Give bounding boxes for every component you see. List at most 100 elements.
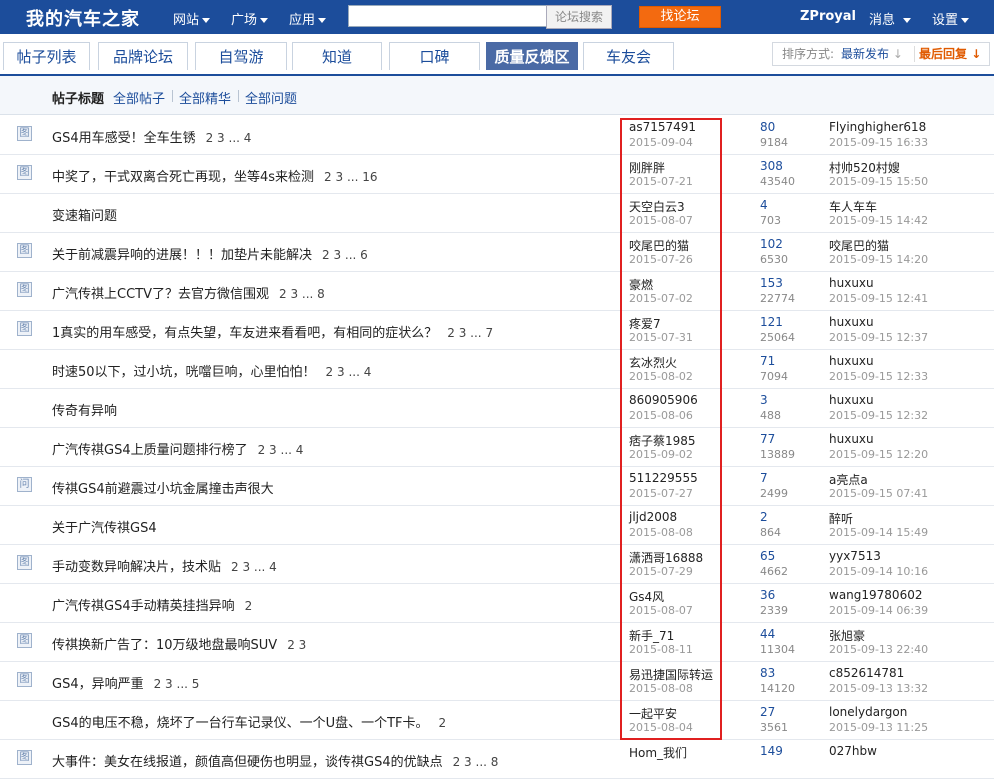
post-title-link[interactable]: GS4的电压不稳，烧坏了一台行车记录仪、一个U盘、一个TF卡。 2: [52, 712, 446, 731]
post-author[interactable]: 潇洒哥16888: [629, 549, 703, 566]
page-links[interactable]: 2 3 ... 8: [453, 755, 499, 769]
post-title-link[interactable]: 传祺换新广告了：10万级地盘最响SUV 2 3: [52, 634, 306, 653]
post-author[interactable]: 天空白云3: [629, 198, 685, 215]
post-author[interactable]: as7157491: [629, 120, 696, 134]
post-title-link[interactable]: 手动变数异响解决片，技术贴 2 3 ... 4: [52, 556, 277, 575]
post-title-link[interactable]: 变速箱问题: [52, 205, 117, 224]
search-input[interactable]: [348, 5, 550, 27]
page-links[interactable]: 2 3 ... 4: [231, 560, 277, 574]
post-author[interactable]: 新手_71: [629, 627, 674, 644]
last-reply-user[interactable]: 醉听: [829, 510, 853, 527]
post-author[interactable]: 疼爱7: [629, 315, 661, 332]
filter-all-featured[interactable]: 全部精华: [179, 88, 231, 107]
reply-count: 80: [760, 120, 776, 134]
site-logo[interactable]: 我的汽车之家: [26, 5, 140, 31]
page-links[interactable]: 2 3 ... 8: [279, 287, 325, 301]
post-date: 2015-07-26: [629, 253, 693, 266]
post-title-link[interactable]: 传奇有异响: [52, 400, 117, 419]
sort-latest-post[interactable]: 最新发布 ↓: [841, 43, 903, 65]
post-title-link[interactable]: GS4，异响严重 2 3 ... 5: [52, 673, 199, 692]
table-row: 图 手动变数异响解决片，技术贴 2 3 ... 4 潇洒哥16888 2015-07-2…: [0, 544, 994, 584]
post-author[interactable]: Gs4风: [629, 588, 664, 605]
tab-self-drive[interactable]: 自驾游: [195, 42, 287, 70]
last-reply-user[interactable]: huxuxu: [829, 354, 874, 368]
table-row: 传奇有异响 860905906 2015-08-06 3 488 huxuxu 2015-0…: [0, 388, 994, 428]
view-count: 25064: [760, 331, 795, 344]
page-links[interactable]: 2 3 ... 4: [258, 443, 304, 457]
tab-knowledge[interactable]: 知道: [292, 42, 382, 70]
tab-car-club[interactable]: 车友会: [583, 42, 674, 70]
nav-square[interactable]: 广场: [231, 9, 269, 28]
username-link[interactable]: ZProyal: [800, 9, 856, 24]
tab-reviews[interactable]: 口碑: [389, 42, 480, 70]
post-title-link[interactable]: 广汽传祺GS4手动精英挂挡异响 2: [52, 595, 252, 614]
last-reply-time: 2015-09-15 12:32: [829, 409, 929, 422]
tab-quality-feedback[interactable]: 质量反馈区: [486, 42, 578, 70]
top-nav-bar: 我的汽车之家 网站 广场 应用 论坛搜索 找论坛 ZProyal 消息 设置: [0, 0, 994, 34]
last-reply-user[interactable]: huxuxu: [829, 276, 874, 290]
last-reply-user[interactable]: Flyinghigher618: [829, 120, 926, 134]
post-author[interactable]: 豪燃: [629, 276, 653, 293]
last-reply-user[interactable]: 村帅520村嫂: [829, 159, 900, 176]
post-title-link[interactable]: 时速50以下，过小坑，咣噹巨响，心里怕怕！ 2 3 ... 4: [52, 361, 371, 380]
post-title-link[interactable]: 关于前减震异响的进展！！！加垫片未能解决 2 3 ... 6: [52, 244, 368, 263]
table-row: 图 大事件：美女在线报道，颜值高但硬伤也明显，谈传祺GS4的优缺点 2 3 ... …: [0, 739, 994, 779]
filter-all-questions[interactable]: 全部问题: [245, 88, 297, 107]
find-forum-button[interactable]: 找论坛: [639, 6, 721, 28]
post-author[interactable]: 860905906: [629, 393, 698, 407]
tab-post-list[interactable]: 帖子列表: [3, 42, 90, 70]
post-title-link[interactable]: 关于广汽传祺GS4: [52, 517, 157, 536]
post-author[interactable]: 玄冰烈火: [629, 354, 677, 371]
last-reply-user[interactable]: a亮点a: [829, 471, 868, 488]
last-reply-user[interactable]: 027hbw: [829, 744, 877, 758]
nav-apps-label: 应用: [289, 13, 316, 28]
last-reply-user[interactable]: 咬尾巴的猫: [829, 237, 889, 254]
settings-menu[interactable]: 设置: [932, 9, 970, 28]
forum-search-button[interactable]: 论坛搜索: [546, 5, 612, 29]
last-reply-user[interactable]: huxuxu: [829, 393, 874, 407]
post-title-link[interactable]: 传祺GS4前避震过小坑金属撞击声很大: [52, 478, 274, 497]
page-links[interactable]: 2 3 ... 4: [206, 131, 252, 145]
post-author[interactable]: Hom_我们: [629, 744, 687, 761]
page-links[interactable]: 2: [245, 599, 253, 613]
messages-menu[interactable]: 消息: [869, 9, 912, 28]
post-author[interactable]: 痞子蔡1985: [629, 432, 696, 449]
last-reply-user[interactable]: huxuxu: [829, 315, 874, 329]
tab-brand-forum[interactable]: 品牌论坛: [98, 42, 188, 70]
last-reply-user[interactable]: c852614781: [829, 666, 904, 680]
table-row: 问 传祺GS4前避震过小坑金属撞击声很大 511229555 2015-07-27 7 2…: [0, 466, 994, 506]
post-title-link[interactable]: 1真实的用车感受，有点失望，车友进来看看吧，有相同的症状么？ 2 3 ... 7: [52, 322, 493, 341]
post-author[interactable]: jljd2008: [629, 510, 677, 524]
post-title-link[interactable]: GS4用车感受！全车生锈 2 3 ... 4: [52, 127, 251, 146]
page-links[interactable]: 2: [439, 716, 447, 730]
post-author[interactable]: 易迅捷国际转运: [629, 666, 713, 683]
page-links[interactable]: 2 3: [287, 638, 306, 652]
post-author[interactable]: 一起平安: [629, 705, 677, 722]
post-date: 2015-09-02: [629, 448, 693, 461]
page-links[interactable]: 2 3 ... 7: [447, 326, 493, 340]
post-title-link[interactable]: 广汽传祺GS4上质量问题排行榜了 2 3 ... 4: [52, 439, 303, 458]
post-title-link[interactable]: 大事件：美女在线报道，颜值高但硬伤也明显，谈传祺GS4的优缺点 2 3 ... 8: [52, 751, 498, 770]
page-links[interactable]: 2 3 ... 4: [326, 365, 372, 379]
reply-count: 44: [760, 627, 776, 641]
filter-all-posts[interactable]: 全部帖子: [113, 88, 165, 107]
page-links[interactable]: 2 3 ... 5: [154, 677, 200, 691]
post-author[interactable]: 咬尾巴的猫: [629, 237, 689, 254]
nav-apps[interactable]: 应用: [289, 9, 327, 28]
last-reply-user[interactable]: wang19780602: [829, 588, 922, 602]
sort-last-reply[interactable]: 最后回复 ↓: [919, 43, 981, 65]
page-links[interactable]: 2 3 ... 16: [324, 170, 377, 184]
image-icon: 图: [17, 321, 32, 336]
last-reply-user[interactable]: yyx7513: [829, 549, 881, 563]
post-author[interactable]: 511229555: [629, 471, 698, 485]
nav-website[interactable]: 网站: [173, 9, 211, 28]
post-author[interactable]: 刚胖胖: [629, 159, 665, 176]
last-reply-user[interactable]: lonelydargon: [829, 705, 907, 719]
last-reply-user[interactable]: 车人车车: [829, 198, 877, 215]
chevron-down-icon: [903, 18, 912, 23]
last-reply-user[interactable]: huxuxu: [829, 432, 874, 446]
page-links[interactable]: 2 3 ... 6: [322, 248, 368, 262]
post-title-link[interactable]: 广汽传祺上CCTV了？去官方微信围观 2 3 ... 8: [52, 283, 325, 302]
last-reply-user[interactable]: 张旭豪: [829, 627, 865, 644]
post-title-link[interactable]: 中奖了，干式双离合死亡再现，坐等4s来检测 2 3 ... 16: [52, 166, 377, 185]
